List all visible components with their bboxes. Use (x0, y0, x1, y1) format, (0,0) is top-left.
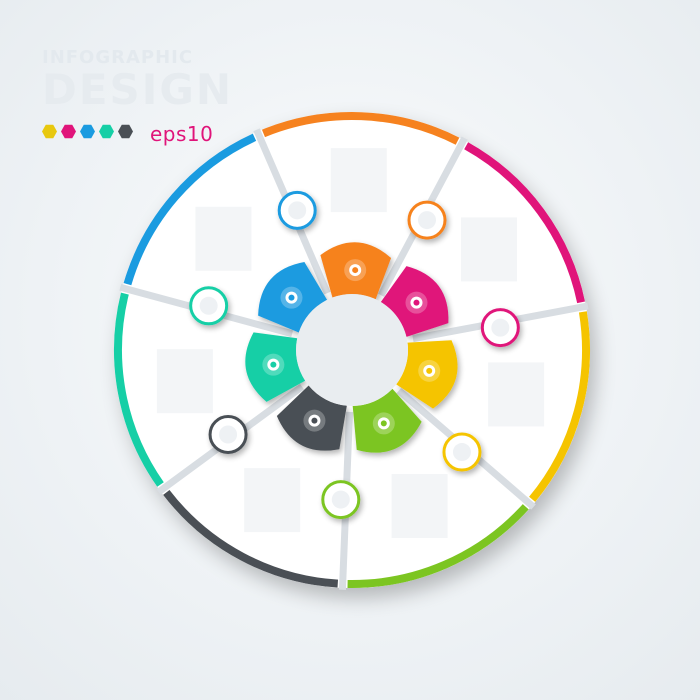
node-placeholder-icon (491, 318, 510, 337)
text-placeholder-orange (330, 148, 387, 213)
handshake-icon (280, 286, 303, 309)
node-placeholder-icon (331, 490, 350, 509)
text-placeholder-dark (244, 468, 301, 533)
text-placeholder-teal (156, 349, 213, 414)
target-icon (262, 353, 285, 376)
bulb-idea-icon (303, 409, 326, 432)
node-placeholder-icon (199, 296, 218, 315)
text-placeholder-blue (195, 206, 252, 271)
node-placeholder-icon (418, 211, 436, 230)
center-hub (296, 294, 408, 406)
lightbulb-icon (418, 359, 441, 382)
node-placeholder-icon (219, 425, 238, 444)
team-icon (344, 259, 367, 282)
globe-icon (405, 291, 428, 314)
gears-icon (372, 412, 395, 435)
text-placeholder-pink (461, 217, 518, 282)
circular-infographic (114, 112, 590, 590)
text-placeholder-yellow (488, 362, 545, 427)
text-placeholder-green (391, 473, 448, 538)
node-placeholder-icon (452, 443, 471, 462)
node-placeholder-icon (288, 201, 307, 220)
